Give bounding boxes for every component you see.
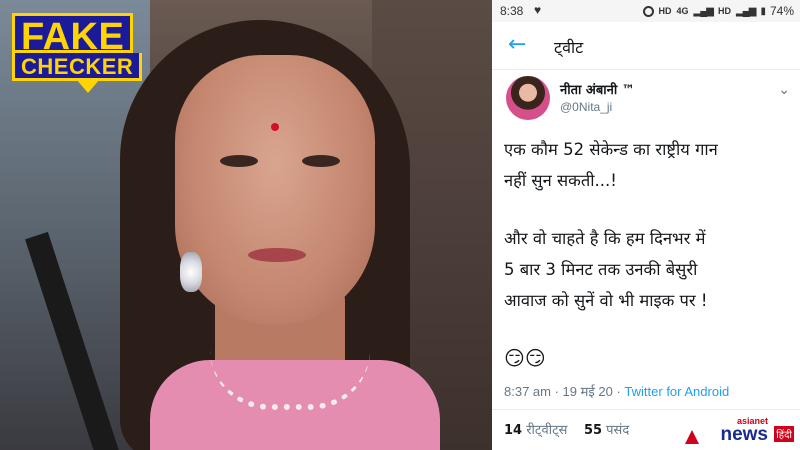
tweet-text: एक कौम 52 सेकेन्ड का राष्ट्रीय गान नहीं …	[504, 134, 794, 374]
sync-icon	[642, 5, 654, 17]
fake-checker-logo: FAKE CHECKER	[12, 13, 143, 93]
status-bar: 8:38 ♥ HD 4G ▂▄▆ HD ▂▄▆ ▮ 74%	[492, 0, 800, 22]
photo-eye-right	[302, 155, 340, 167]
status-time: 8:38	[500, 4, 524, 18]
like-count[interactable]: 55	[584, 423, 602, 438]
like-label[interactable]: पसंद	[606, 423, 629, 438]
photo-lips	[248, 248, 306, 262]
asianet-news-logo: asianet news हिंदी	[685, 416, 794, 448]
photo-eye-left	[220, 155, 258, 167]
app-bar: ← ट्वीट	[492, 22, 800, 70]
tweet-line: और वो चाहते है कि हम दिनभर में	[504, 229, 706, 248]
photo-bindi	[271, 123, 279, 131]
tweet-line: नहीं सुन सकती...!	[504, 171, 617, 190]
fake-checker-line1: FAKE	[12, 13, 134, 56]
photo-face	[175, 55, 375, 325]
tweet-stats: 14 रीट्वीट्स 55 पसंद	[504, 420, 629, 438]
tweet-line: आवाज को सुनें वो भी माइक पर !	[504, 291, 708, 310]
tweet-screenshot: 8:38 ♥ HD 4G ▂▄▆ HD ▂▄▆ ▮ 74% ← ट्वीट नी…	[492, 0, 800, 450]
photo-earring	[180, 252, 202, 292]
battery-icon: ▮	[760, 5, 765, 17]
signal-icon: ▂▄▆	[693, 5, 714, 17]
logo-lang-text: हिंदी	[774, 426, 794, 442]
retweet-count[interactable]: 14	[504, 423, 522, 438]
page-title: ट्वीट	[554, 38, 584, 57]
hd-label-2: HD	[717, 6, 731, 16]
tweet-date[interactable]: 19 मई 20	[563, 384, 613, 399]
chevron-down-icon[interactable]: ⌄	[778, 82, 790, 98]
tweet-line: 5 बार 3 मिनट तक उनकी बेसुरी	[504, 260, 698, 279]
heart-icon: ♥	[534, 3, 542, 17]
author-name[interactable]: नीता अंबानी ™	[560, 80, 635, 98]
tweet-meta: 8:37 am · 19 मई 20 · Twitter for Android	[504, 382, 729, 400]
logo-brand-text: news	[720, 424, 768, 445]
separator: ·	[612, 384, 625, 399]
battery-level: 74%	[769, 4, 794, 18]
signal-icon-2: ▂▄▆	[735, 5, 756, 17]
hd-label-1: HD	[658, 6, 672, 16]
tweet-paragraph-2: और वो चाहते है कि हम दिनभर में 5 बार 3 म…	[504, 223, 794, 316]
back-arrow-icon[interactable]: ←	[508, 32, 526, 57]
retweet-label[interactable]: रीट्वीट्स	[526, 423, 567, 438]
network-label: 4G	[676, 6, 689, 16]
divider	[492, 409, 800, 410]
smirk-emoji: 😏😏	[504, 346, 546, 370]
tweet-time[interactable]: 8:37 am	[504, 384, 551, 399]
tweet-source-link[interactable]: Twitter for Android	[624, 384, 729, 399]
tweet-line: एक कौम 52 सेकेन्ड का राष्ट्रीय गान	[504, 140, 718, 159]
status-right: HD 4G ▂▄▆ HD ▂▄▆ ▮ 74%	[642, 4, 794, 18]
fake-checker-line2: CHECKER	[12, 53, 143, 81]
logo-triangle-icon	[685, 430, 699, 444]
avatar[interactable]	[506, 76, 550, 120]
author-handle[interactable]: @0Nita_ji	[560, 100, 612, 114]
tweet-author: नीता अंबानी ™ @0Nita_ji ⌄	[492, 70, 800, 128]
speech-tail-icon	[76, 79, 100, 93]
tweet-paragraph-1: एक कौम 52 सेकेन्ड का राष्ट्रीय गान नहीं …	[504, 134, 794, 196]
separator: ·	[550, 384, 563, 399]
